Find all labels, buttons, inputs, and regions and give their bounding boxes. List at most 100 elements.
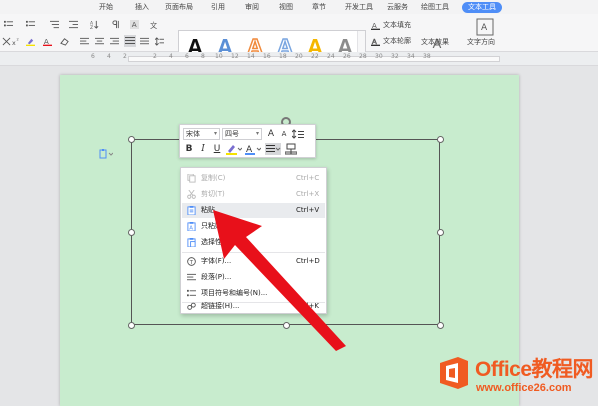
bullet-list-icon[interactable] [4,20,13,29]
line-spacing-icon[interactable] [155,37,164,46]
tab-home[interactable]: 开始 [99,2,113,13]
menu-item-shortcut: Ctrl+V [296,206,320,214]
resize-handle-left[interactable] [127,228,135,236]
svg-text:A: A [189,226,193,231]
format-painter-button[interactable] [285,143,297,155]
ruler-mark: 2 [153,53,157,60]
menu-item-paragraph[interactable]: 段落(P)... [182,270,325,285]
ruler-mark: 26 [343,53,351,60]
menu-item-label: 选择性粘贴 [201,238,236,246]
paste-icon [187,206,196,215]
tab-view[interactable]: 视图 [279,2,293,13]
font-name-select[interactable]: 宋体 ▾ [183,128,220,140]
multilevel-list-icon[interactable] [50,20,59,29]
justify-icon[interactable] [124,35,136,47]
ruler-mark: 12 [231,53,239,60]
superscript-icon[interactable]: x2 [12,37,21,46]
ruler-mark: 20 [295,53,303,60]
ruler-mark: 32 [391,53,399,60]
text-effect-label[interactable]: 文本效果 [421,38,449,47]
align-center-icon[interactable] [95,37,104,46]
resize-handle-bottom[interactable] [282,321,290,329]
distribute-icon[interactable] [140,37,149,46]
eraser-icon[interactable] [60,37,69,46]
ruler-mark: 30 [375,53,383,60]
ruler-mark: 8 [201,53,205,60]
align-right-icon[interactable] [110,37,119,46]
link-icon [187,302,196,311]
svg-text:A: A [132,20,137,29]
svg-text:T: T [189,260,194,266]
tab-references[interactable]: 引用 [211,2,225,13]
chevron-down-icon: ▾ [255,130,259,137]
text-outline-icon[interactable]: A [371,37,380,46]
menu-item-label: 粘贴 [201,206,215,214]
font-size-select[interactable]: 四号 ▾ [222,128,262,140]
menu-item-cut[interactable]: 剪切(T) Ctrl+X [182,187,325,202]
font-color-icon[interactable]: A [43,37,52,46]
horizontal-ruler[interactable]: 6 4 2 2 4 6 8 10 12 14 16 18 20 22 24 26… [0,52,598,66]
resize-handle-top-left[interactable] [127,135,135,143]
resize-handle-right[interactable] [436,228,444,236]
font-color-button[interactable]: A [245,143,261,155]
menu-item-label: 复制(C) [201,174,226,182]
text-fill-icon[interactable]: A [371,21,380,30]
clear-format-icon[interactable] [2,37,11,46]
menu-item-paste-special[interactable]: 选择性粘贴 [182,235,325,250]
text-direction-icon[interactable]: A [476,18,494,36]
menu-item-copy[interactable]: 复制(C) Ctrl+C [182,171,325,186]
menu-item-shortcut: Ctrl+X [296,190,320,198]
phonetic-icon[interactable]: 文 [150,20,159,29]
grow-font-button[interactable]: A [265,128,277,140]
underline-button[interactable]: U [211,143,223,155]
menu-item-font[interactable]: T 字体(F)... Ctrl+D [182,254,325,269]
menu-item-shortcut: Ctrl+C [296,174,320,182]
svg-text:A: A [481,23,488,33]
menu-item-label: 超链接(H)... [201,302,240,310]
watermark-url: www.office26.com [476,382,572,394]
tab-chapter[interactable]: 章节 [312,2,326,13]
italic-button[interactable]: I [197,143,209,155]
highlight-icon[interactable] [26,37,35,46]
resize-handle-bottom-right[interactable] [436,321,444,329]
ruler-mark: 6 [185,53,189,60]
line-spacing-button[interactable] [292,128,304,140]
bold-button[interactable]: B [183,143,195,155]
menu-item-paste-text-only[interactable]: A 只粘贴文本(T) [182,219,325,234]
highlight-color-button[interactable] [226,143,242,155]
tab-cloud[interactable]: 云服务 [387,2,408,13]
show-marks-icon[interactable] [112,20,121,29]
ruler-mark: 34 [407,53,415,60]
svg-text:A: A [372,37,377,46]
context-menu: 复制(C) Ctrl+C 剪切(T) Ctrl+X 粘贴 Ctrl+V A 只粘… [180,167,327,314]
menu-item-hyperlink[interactable]: 超链接(H)... Ctrl+K [182,299,325,314]
align-button[interactable] [265,143,281,155]
text-outline-label[interactable]: 文本轮廓 [383,37,411,46]
text-fill-label[interactable]: 文本填充 [383,21,411,30]
char-shading-icon[interactable]: A [130,20,139,29]
text-direction-label[interactable]: 文字方向 [467,38,495,47]
menu-item-paste[interactable]: 粘贴 Ctrl+V [182,203,325,218]
tab-review[interactable]: 审阅 [245,2,259,13]
tab-page-layout[interactable]: 页面布局 [165,2,193,13]
svg-text:Z: Z [90,25,93,29]
indent-icon[interactable] [69,20,78,29]
tab-insert[interactable]: 插入 [135,2,149,13]
paste-options-icon[interactable] [99,149,114,159]
numbered-list-icon[interactable] [26,20,35,29]
svg-text:A: A [44,37,49,46]
resize-handle-bottom-left[interactable] [127,321,135,329]
bullets-icon [187,289,196,298]
tab-text-tools[interactable]: 文本工具 [462,2,502,13]
shrink-font-button[interactable]: A [278,128,290,140]
align-left-icon[interactable] [80,37,89,46]
resize-handle-top-right[interactable] [436,135,444,143]
font-name-value: 宋体 [186,130,200,138]
tab-drawing-tools[interactable]: 绘图工具 [421,2,449,13]
sort-icon[interactable]: AZ [90,20,99,29]
tab-developer[interactable]: 开发工具 [345,2,373,13]
ruler-mark: 14 [247,53,255,60]
menu-item-label: 剪切(T) [201,190,225,198]
svg-text:A: A [372,21,377,30]
copy-icon [187,174,196,183]
